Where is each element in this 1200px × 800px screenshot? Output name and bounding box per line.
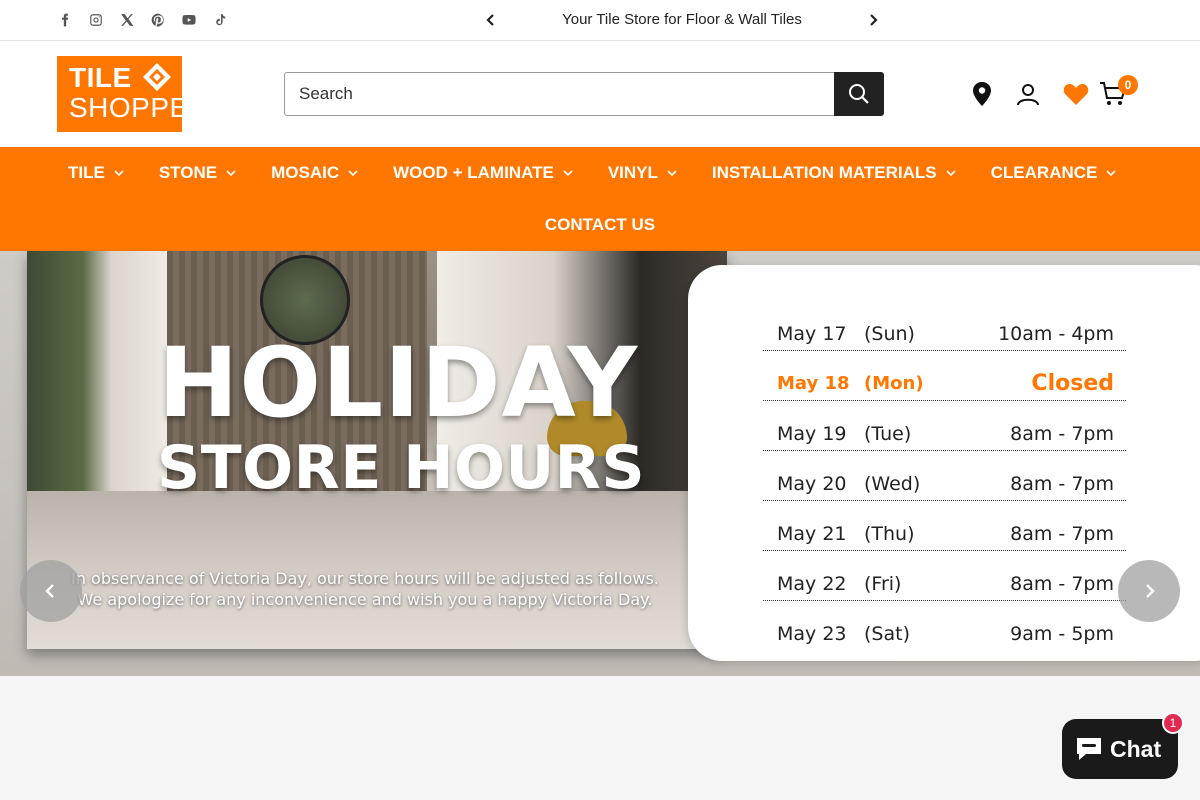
nav-item-vinyl[interactable]: VINYL	[608, 161, 677, 185]
social-links	[56, 11, 229, 29]
facebook-icon[interactable]	[56, 11, 74, 29]
search-input[interactable]	[284, 72, 835, 116]
chevron-down-icon	[667, 170, 677, 177]
chevron-right-icon	[1146, 584, 1155, 598]
search-icon	[849, 84, 869, 104]
nav-item-label: VINYL	[607, 163, 658, 182]
hours-date: May 19	[777, 423, 847, 445]
site-header: TILE SHOPPE 0	[0, 41, 1200, 147]
hours-date: May 17	[777, 323, 847, 345]
account-button[interactable]	[1015, 81, 1041, 107]
nav-item-clearance[interactable]: CLEARANCE	[991, 161, 1117, 185]
hours-row: May 20 (Wed) 8am - 7pm	[763, 451, 1126, 501]
chevron-down-icon	[946, 170, 956, 177]
hours-row-closed: May 18 (Mon) Closed	[763, 351, 1126, 401]
chat-button[interactable]: Chat	[1062, 719, 1178, 779]
hours-day: (Tue)	[864, 423, 912, 445]
hours-date: May 18	[777, 373, 850, 394]
hours-time: 8am - 7pm	[1010, 573, 1114, 595]
nav-item-label: WOOD + LAMINATE	[393, 163, 554, 182]
hours-row: May 23 (Sat) 9am - 5pm	[763, 601, 1126, 651]
hours-row: May 22 (Fri) 8am - 7pm	[763, 551, 1126, 601]
promo-prev-button[interactable]	[480, 9, 502, 31]
hero-slideshow: HOLIDAY STORE HOURS In observance of Vic…	[0, 251, 1200, 676]
nav-item-label: INSTALLATION MATERIALS	[711, 163, 937, 182]
chevron-left-icon	[486, 14, 494, 26]
nav-item-label: TILE	[68, 163, 105, 182]
store-locator-button[interactable]	[969, 81, 995, 107]
hours-time: 8am - 7pm	[1010, 423, 1114, 445]
chevron-down-icon	[348, 170, 358, 177]
promo-message: Your Tile Store for Floor & Wall Tiles	[562, 11, 802, 28]
hours-day: (Sat)	[864, 623, 910, 645]
hero-subtitle: STORE HOURS	[157, 433, 646, 503]
site-logo[interactable]: TILE SHOPPE	[57, 56, 188, 132]
slide-prev-button[interactable]	[20, 560, 82, 622]
chevron-down-icon	[563, 170, 573, 177]
nav-item-mosaic[interactable]: MOSAIC	[271, 161, 358, 185]
hours-day: (Fri)	[864, 573, 902, 595]
hours-row: May 17 (Sun) 10am - 4pm	[763, 301, 1126, 351]
hours-day: (Mon)	[864, 373, 924, 394]
instagram-icon[interactable]	[87, 11, 105, 29]
promo-next-button[interactable]	[862, 9, 884, 31]
nav-item-tile[interactable]: TILE	[68, 161, 124, 185]
chat-label: Chat	[1110, 735, 1162, 762]
hours-day: (Wed)	[864, 473, 921, 495]
search-button[interactable]	[834, 72, 884, 116]
hero-note-line: We apologize for any inconvenience and w…	[77, 590, 653, 609]
logo-text-top: TILE	[69, 62, 132, 93]
chat-bubble-icon	[1077, 738, 1101, 760]
nav-item-label: MOSAIC	[271, 163, 340, 182]
nav-item-label: STONE	[158, 163, 218, 182]
hours-day: (Sun)	[864, 323, 915, 345]
hours-time: 8am - 7pm	[1010, 523, 1114, 545]
hours-row: May 21 (Thu) 8am - 7pm	[763, 501, 1126, 551]
nav-item-installation-materials[interactable]: INSTALLATION MATERIALS	[712, 161, 956, 185]
hours-time: 9am - 5pm	[1010, 623, 1114, 645]
hours-date: May 21	[777, 523, 847, 545]
chevron-left-icon	[45, 584, 54, 598]
hero-note-line: In observance of Victoria Day, our store…	[71, 569, 659, 588]
nav-item-label: CLEARANCE	[990, 163, 1098, 182]
hours-time: 8am - 7pm	[1010, 473, 1114, 495]
hours-date: May 22	[777, 573, 847, 595]
nav-item-contact-us[interactable]: CONTACT US	[545, 213, 655, 237]
logo-text-bottom: SHOPPE	[69, 92, 189, 123]
hours-date: May 23	[777, 623, 847, 645]
main-navigation: TILE STONE MOSAIC WOOD + LAMINATE VINYL …	[0, 147, 1200, 251]
heart-icon	[1063, 84, 1089, 105]
hero-title: HOLIDAY	[158, 327, 639, 439]
chevron-right-icon	[870, 14, 878, 26]
hours-row: May 19 (Tue) 8am - 7pm	[763, 401, 1126, 451]
chevron-down-icon	[1106, 170, 1116, 177]
nav-item-wood-laminate[interactable]: WOOD + LAMINATE	[393, 161, 573, 185]
hero-note: In observance of Victoria Day, our store…	[70, 568, 660, 610]
announcement-bar: Your Tile Store for Floor & Wall Tiles	[0, 0, 1200, 41]
logo-diamond-icon	[143, 63, 171, 91]
user-icon	[1017, 84, 1039, 106]
slide-next-button[interactable]	[1118, 560, 1180, 622]
location-pin-icon	[973, 82, 991, 106]
tiktok-icon[interactable]	[211, 11, 229, 29]
youtube-icon[interactable]	[180, 11, 198, 29]
cart-count-badge: 0	[1118, 75, 1138, 95]
chat-unread-badge: 1	[1162, 712, 1184, 734]
chevron-down-icon	[226, 170, 236, 177]
nav-item-stone[interactable]: STONE	[159, 161, 236, 185]
wishlist-button[interactable]	[1063, 81, 1089, 107]
x-icon[interactable]	[118, 11, 136, 29]
chevron-down-icon	[114, 170, 124, 177]
hours-time: 10am - 4pm	[998, 323, 1114, 345]
hours-date: May 20	[777, 473, 847, 495]
hours-time: Closed	[1031, 371, 1114, 396]
pinterest-icon[interactable]	[149, 11, 167, 29]
hours-day: (Thu)	[864, 523, 915, 545]
